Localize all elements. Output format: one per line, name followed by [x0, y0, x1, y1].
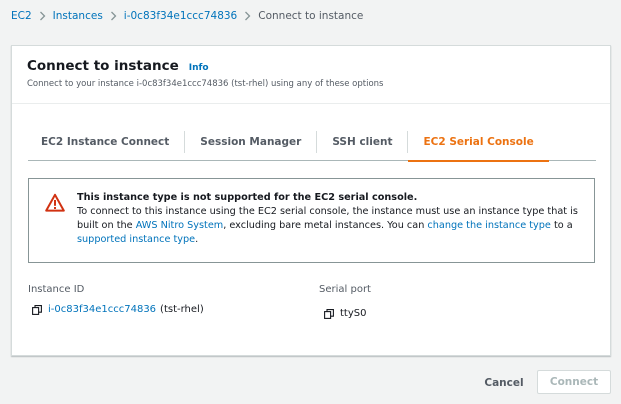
serial-port-text: ttyS0: [340, 308, 367, 319]
instance-id-value: i-0c83f34e1ccc74836 (tst-rhel): [32, 304, 204, 315]
chevron-right-icon: [244, 11, 251, 21]
connection-method-tabs: EC2 Instance Connect Session Manager SSH…: [28, 123, 596, 162]
aws-nitro-system-link[interactable]: AWS Nitro System: [136, 220, 224, 231]
tab-ec2-instance-connect[interactable]: EC2 Instance Connect: [28, 123, 184, 161]
copy-icon[interactable]: [32, 304, 42, 315]
chevron-right-icon: [39, 11, 46, 21]
instance-id-label: Instance ID: [28, 284, 85, 295]
change-instance-type-link[interactable]: change the instance type: [427, 220, 550, 231]
info-link[interactable]: Info: [189, 63, 209, 73]
cancel-button[interactable]: Cancel: [475, 372, 533, 394]
breadcrumb-instances[interactable]: Instances: [53, 9, 103, 23]
serial-port-label: Serial port: [319, 284, 371, 295]
serial-port-value: ttyS0: [324, 308, 366, 319]
breadcrumb-ec2[interactable]: EC2: [11, 9, 32, 23]
connect-button[interactable]: Connect: [537, 370, 611, 394]
page-title: Connect to instance: [27, 58, 179, 74]
supported-instance-type-link[interactable]: supported instance type: [77, 234, 195, 245]
connect-panel: Connect to instance Info Connect to your…: [11, 45, 611, 356]
instance-name: (tst-rhel): [160, 304, 204, 315]
chevron-right-icon: [110, 11, 117, 21]
panel-header: Connect to instance Info Connect to your…: [12, 46, 610, 104]
warning-icon: [45, 193, 65, 212]
tab-ec2-serial-console[interactable]: EC2 Serial Console: [408, 123, 549, 162]
copy-icon[interactable]: [324, 308, 334, 319]
breadcrumb: EC2 Instances i-0c83f34e1ccc74836 Connec…: [11, 9, 363, 23]
alert-text: , excluding bare metal instances. You ca…: [223, 220, 428, 231]
breadcrumb-current-page: Connect to instance: [258, 10, 364, 22]
warning-alert: This instance type is not supported for …: [28, 178, 595, 263]
alert-message: To connect to this instance using the EC…: [77, 205, 580, 247]
alert-title: This instance type is not supported for …: [77, 192, 418, 203]
alert-text: .: [195, 234, 199, 245]
tab-session-manager[interactable]: Session Manager: [185, 123, 316, 161]
breadcrumb-instance-id[interactable]: i-0c83f34e1ccc74836: [124, 9, 237, 23]
panel-description: Connect to your instance i-0c83f34e1ccc7…: [27, 79, 384, 89]
tab-ssh-client[interactable]: SSH client: [317, 123, 407, 161]
alert-body: This instance type is not supported for …: [77, 191, 580, 262]
alert-text: to a: [550, 220, 573, 231]
instance-id-link[interactable]: i-0c83f34e1ccc74836: [48, 304, 156, 315]
